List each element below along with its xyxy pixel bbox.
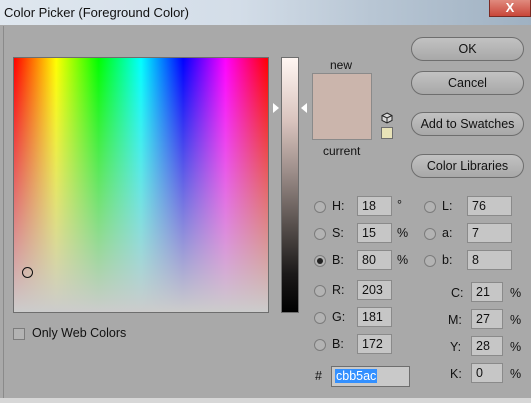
y-unit: % bbox=[510, 340, 522, 354]
a-label: a: bbox=[442, 226, 453, 240]
new-label: new bbox=[330, 58, 353, 72]
l-input[interactable]: 76 bbox=[467, 196, 512, 216]
web-safe-color-chip[interactable] bbox=[381, 127, 393, 139]
radio-a[interactable] bbox=[424, 228, 436, 240]
b-unit: % bbox=[397, 253, 409, 267]
brightness-slider[interactable] bbox=[281, 57, 299, 313]
g-label: G: bbox=[332, 310, 346, 324]
radio-blue[interactable] bbox=[314, 339, 326, 351]
l-label: L: bbox=[442, 199, 453, 213]
ok-button[interactable]: OK bbox=[411, 37, 524, 61]
blue-label: B: bbox=[332, 337, 344, 351]
r-label: R: bbox=[332, 283, 345, 297]
m-input[interactable]: 27 bbox=[471, 309, 503, 329]
color-field-marker[interactable] bbox=[22, 267, 33, 278]
s-input[interactable]: 15 bbox=[357, 223, 392, 243]
h-unit: ° bbox=[397, 198, 402, 212]
current-label: current bbox=[323, 144, 361, 158]
hex-value: cbb5ac bbox=[335, 369, 378, 383]
h-input[interactable]: 18 bbox=[357, 196, 392, 216]
k-unit: % bbox=[510, 367, 522, 381]
s-unit: % bbox=[397, 226, 409, 240]
color-libraries-button[interactable]: Color Libraries bbox=[411, 154, 524, 178]
m-unit: % bbox=[510, 313, 522, 327]
c-unit: % bbox=[510, 286, 522, 300]
c-label: C: bbox=[451, 286, 464, 300]
only-web-colors-label: Only Web Colors bbox=[32, 326, 127, 340]
cube-icon[interactable] bbox=[381, 112, 393, 124]
y-label: Y: bbox=[450, 340, 462, 354]
s-label: S: bbox=[332, 226, 344, 240]
color-field[interactable] bbox=[13, 57, 269, 313]
y-input[interactable]: 28 bbox=[471, 336, 503, 356]
radio-h[interactable] bbox=[314, 201, 326, 213]
lab-b-label: b: bbox=[442, 253, 453, 267]
cancel-button[interactable]: Cancel bbox=[411, 71, 524, 95]
radio-l[interactable] bbox=[424, 201, 436, 213]
lab-b-input[interactable]: 8 bbox=[467, 250, 512, 270]
add-to-swatches-button[interactable]: Add to Swatches bbox=[411, 112, 524, 136]
close-button[interactable]: X bbox=[489, 0, 531, 17]
slider-right-arrow-icon[interactable] bbox=[301, 103, 307, 113]
saturation-overlay bbox=[14, 58, 268, 312]
window-title: Color Picker (Foreground Color) bbox=[4, 5, 189, 20]
blue-input[interactable]: 172 bbox=[357, 334, 392, 354]
k-input[interactable]: 0 bbox=[471, 363, 503, 383]
m-label: M: bbox=[448, 313, 462, 327]
radio-g[interactable] bbox=[314, 312, 326, 324]
color-preview-swatch bbox=[312, 73, 372, 140]
b-label: B: bbox=[332, 253, 344, 267]
radio-b[interactable] bbox=[314, 255, 326, 267]
r-input[interactable]: 203 bbox=[357, 280, 392, 300]
c-input[interactable]: 21 bbox=[471, 282, 503, 302]
k-label: K: bbox=[450, 367, 462, 381]
title-bar: Color Picker (Foreground Color) X bbox=[0, 0, 531, 25]
slider-left-arrow-icon[interactable] bbox=[273, 103, 279, 113]
window-bottom-edge bbox=[0, 398, 531, 403]
radio-r[interactable] bbox=[314, 285, 326, 297]
hex-input[interactable]: cbb5ac bbox=[331, 366, 410, 387]
a-input[interactable]: 7 bbox=[467, 223, 512, 243]
hex-label: # bbox=[315, 369, 322, 383]
radio-s[interactable] bbox=[314, 228, 326, 240]
only-web-colors-checkbox[interactable] bbox=[13, 328, 25, 340]
radio-lab-b[interactable] bbox=[424, 255, 436, 267]
g-input[interactable]: 181 bbox=[357, 307, 392, 327]
b-input[interactable]: 80 bbox=[357, 250, 392, 270]
h-label: H: bbox=[332, 199, 345, 213]
